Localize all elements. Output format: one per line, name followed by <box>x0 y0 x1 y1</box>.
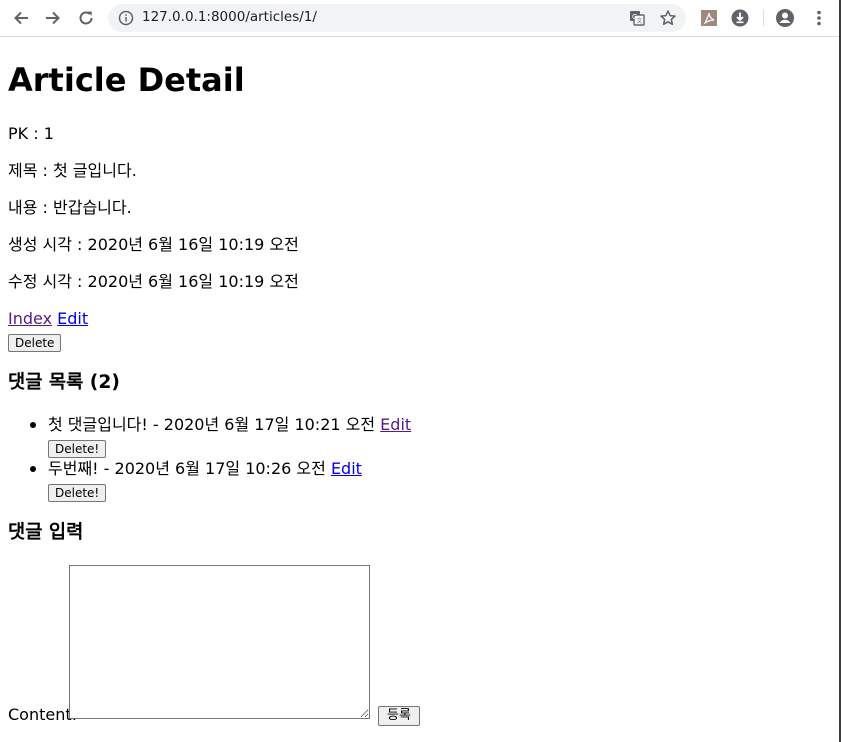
submit-wrapper: 등록 <box>378 704 420 726</box>
comment-delete-form: Delete! <box>48 482 107 502</box>
reload-icon <box>79 11 93 25</box>
submit-comment-button[interactable]: 등록 <box>378 706 420 726</box>
arrow-right-icon <box>46 11 60 25</box>
edit-comment-link[interactable]: Edit <box>331 459 362 478</box>
reload-button[interactable] <box>74 6 98 30</box>
comment-text: 두번째! - 2020년 6월 17일 10:26 오전 <box>48 459 326 478</box>
browser-window: 127.0.0.1:8000/articles/1/ G 文 Article D… <box>0 0 841 742</box>
browser-toolbar: 127.0.0.1:8000/articles/1/ G 文 <box>0 0 839 37</box>
url-text[interactable]: 127.0.0.1:8000/articles/1/ <box>142 9 317 25</box>
comment-content-textarea[interactable] <box>69 565 370 719</box>
index-link[interactable]: Index <box>8 309 52 328</box>
delete-form: Delete <box>8 332 62 352</box>
toolbar-divider <box>763 10 764 26</box>
list-bullet <box>30 466 36 472</box>
kebab-menu-icon[interactable] <box>809 8 829 28</box>
delete-comment-button[interactable]: Delete! <box>48 484 107 502</box>
delete-article-button[interactable]: Delete <box>8 334 62 352</box>
article-updated-at: 수정 시각 : 2020년 6월 16일 10:19 오전 <box>8 272 299 291</box>
translate-icon[interactable]: G 文 <box>628 9 646 27</box>
info-icon[interactable] <box>118 10 134 26</box>
back-button[interactable] <box>9 6 33 30</box>
forward-button[interactable] <box>41 6 65 30</box>
comments-heading: 댓글 목록 (2) <box>8 372 120 393</box>
comment-form-heading: 댓글 입력 <box>8 522 84 543</box>
arrow-left-icon <box>14 11 28 25</box>
comment-text: 첫 댓글입니다! - 2020년 6월 17일 10:21 오전 <box>48 415 376 434</box>
article-content: 내용 : 반갑습니다. <box>8 198 132 217</box>
article-title: 제목 : 첫 글입니다. <box>8 161 137 180</box>
account-icon[interactable] <box>775 8 795 28</box>
svg-text:文: 文 <box>637 17 643 25</box>
comment-item: 두번째! - 2020년 6월 17일 10:26 오전 Edit <box>48 459 362 479</box>
article-pk: PK : 1 <box>8 124 54 143</box>
comment-item: 첫 댓글입니다! - 2020년 6월 17일 10:21 오전 Edit <box>48 415 411 435</box>
delete-comment-button[interactable]: Delete! <box>48 440 107 458</box>
download-extension-icon[interactable] <box>730 8 750 28</box>
list-bullet <box>30 422 36 428</box>
address-bar[interactable]: 127.0.0.1:8000/articles/1/ G 文 <box>108 4 686 32</box>
bookmark-star-icon[interactable] <box>659 9 677 27</box>
page-title: Article Detail <box>8 61 245 99</box>
article-links: Index Edit <box>8 309 88 329</box>
edit-comment-link[interactable]: Edit <box>380 415 411 434</box>
edit-article-link[interactable]: Edit <box>57 309 88 328</box>
article-created-at: 생성 시각 : 2020년 6월 16일 10:19 오전 <box>8 235 299 254</box>
pdf-extension-icon[interactable] <box>699 8 719 28</box>
content-label: Content: <box>8 705 78 724</box>
comment-delete-form: Delete! <box>48 438 107 458</box>
